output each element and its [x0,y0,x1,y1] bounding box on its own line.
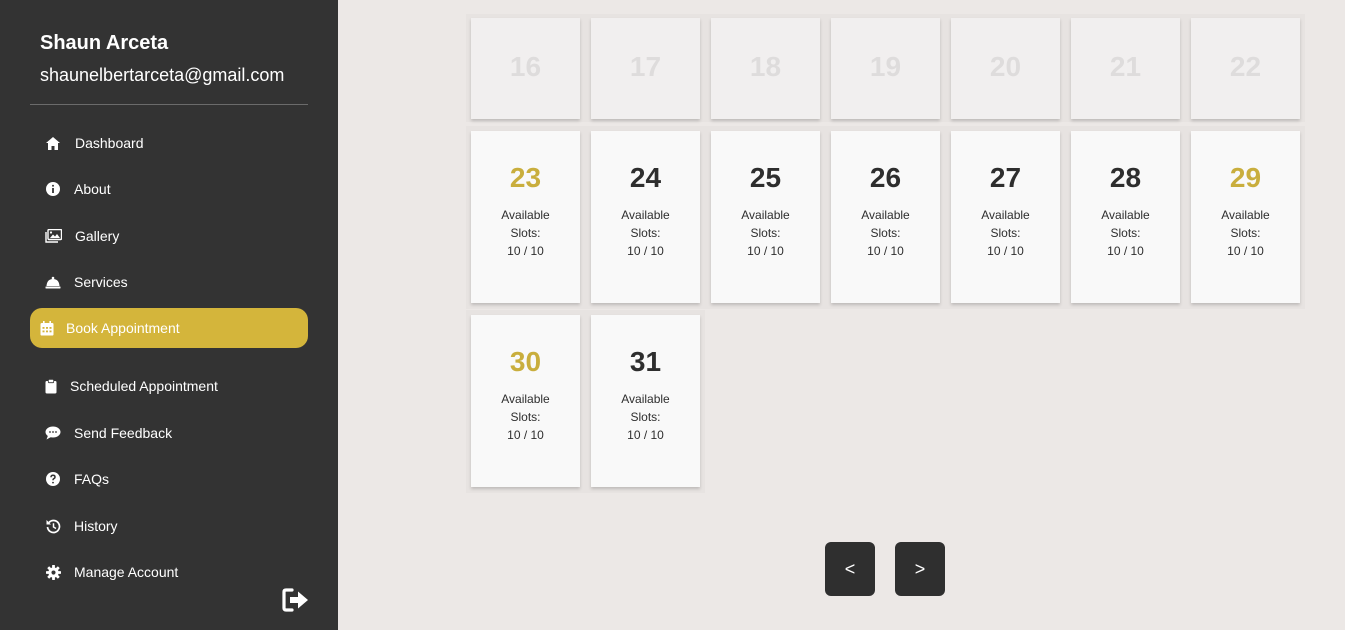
calendar-day-disabled: 22 [1191,18,1300,119]
next-month-button[interactable]: > [895,542,945,596]
sidebar-item-history[interactable]: History [30,506,308,546]
sidebar-item-services[interactable]: Services [30,262,308,302]
calendar-day-disabled: 17 [591,18,700,119]
calendar-icon [38,319,56,337]
history-icon [44,517,62,535]
info-icon [44,180,62,198]
logout-icon[interactable] [282,587,310,615]
calendar-day-27[interactable]: 27 Available Slots: 10 / 10 [951,131,1060,303]
calendar-day-disabled: 19 [831,18,940,119]
chat-icon [44,424,62,442]
sidebar: Shaun Arceta shaunelbertarceta@gmail.com… [0,0,338,630]
sidebar-item-label: Scheduled Appointment [70,378,218,394]
calendar-day-28[interactable]: 28 Available Slots: 10 / 10 [1071,131,1180,303]
user-email: shaunelbertarceta@gmail.com [40,65,285,85]
sidebar-item-faqs[interactable]: FAQs [30,459,308,499]
sidebar-item-dashboard[interactable]: Dashboard [30,123,308,163]
calendar-day-disabled: 20 [951,18,1060,119]
sidebar-item-manage-account[interactable]: Manage Account [30,552,308,592]
prev-month-button[interactable]: < [825,542,875,596]
sidebar-item-label: Send Feedback [74,425,173,441]
sidebar-item-gallery[interactable]: Gallery [30,216,308,256]
calendar-day-disabled: 18 [711,18,820,119]
sidebar-item-label: Services [74,274,128,290]
sidebar-item-label: About [74,181,111,197]
gear-icon [44,563,62,581]
user-name: Shaun Arceta [40,32,169,54]
clipboard-icon [42,377,60,395]
sidebar-item-label: FAQs [74,471,110,487]
calendar-day-30[interactable]: 30 Available Slots: 10 / 10 [471,315,580,487]
image-icon [44,227,62,245]
calendar-day-23[interactable]: 23 Available Slots: 10 / 10 [471,131,580,303]
sidebar-item-label: Gallery [75,228,120,244]
bell-icon [44,273,62,291]
calendar-day-25[interactable]: 25 Available Slots: 10 / 10 [711,131,820,303]
sidebar-item-book-appointment[interactable]: Book Appointment [30,308,308,348]
sidebar-item-about[interactable]: About [30,169,308,209]
sidebar-item-label: Manage Account [74,564,179,580]
divider [30,104,308,105]
calendar-day-29[interactable]: 29 Available Slots: 10 / 10 [1191,131,1300,303]
calendar-day-31[interactable]: 31 Available Slots: 10 / 10 [591,315,700,487]
sidebar-item-scheduled-appointment[interactable]: Scheduled Appointment [30,366,308,406]
calendar-day-disabled: 16 [471,18,580,119]
question-icon [44,470,62,488]
sidebar-item-label: History [74,518,118,534]
calendar-day-24[interactable]: 24 Available Slots: 10 / 10 [591,131,700,303]
sidebar-item-label: Book Appointment [66,320,180,336]
sidebar-item-send-feedback[interactable]: Send Feedback [30,413,308,453]
home-icon [44,134,62,152]
sidebar-item-label: Dashboard [75,135,144,151]
calendar-day-disabled: 21 [1071,18,1180,119]
calendar-day-26[interactable]: 26 Available Slots: 10 / 10 [831,131,940,303]
